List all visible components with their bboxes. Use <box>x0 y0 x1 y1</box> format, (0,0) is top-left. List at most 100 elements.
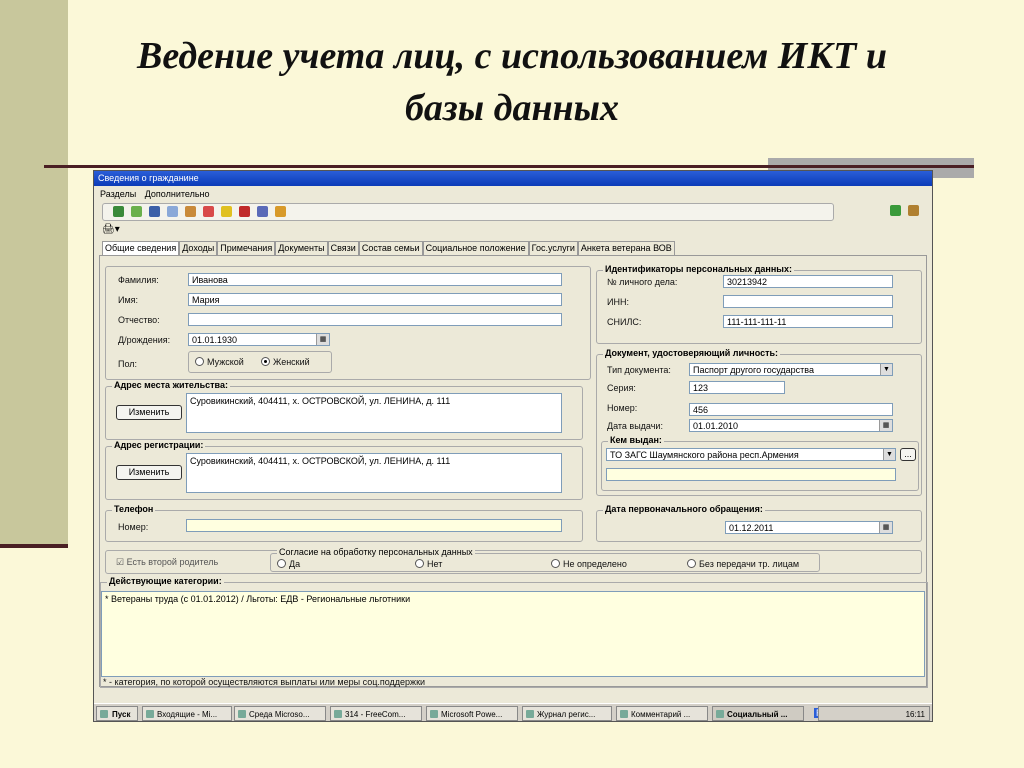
last-name-field[interactable]: Иванова <box>188 273 562 286</box>
clock[interactable]: 16:11 <box>906 710 925 719</box>
radio-consent-undefined[interactable] <box>551 559 560 568</box>
sex-radio-group: Мужской Женский <box>188 351 332 373</box>
second-parent-label: Есть второй родитель <box>126 557 219 567</box>
issued-by-title: Кем выдан: <box>608 435 664 445</box>
doc-date-field[interactable]: 01.01.2010 ▦ <box>689 419 893 432</box>
taskbar-freecom[interactable]: 314 - FreeCom... <box>330 706 422 721</box>
tab-gov-services[interactable]: Гос.услуги <box>528 241 578 255</box>
address-reg-title: Адрес регистрации: <box>112 440 206 450</box>
taskbar-social[interactable]: Социальный ... <box>712 706 804 721</box>
calendar-icon[interactable]: ▦ <box>879 420 892 431</box>
tab-general[interactable]: Общие сведения <box>102 241 180 255</box>
sex-label: Пол: <box>118 359 138 369</box>
first-contact-date-field[interactable]: 01.12.2011 ▦ <box>725 521 893 534</box>
address-reg-change-button[interactable]: Изменить <box>116 465 182 480</box>
taskbar-journal[interactable]: Журнал регис... <box>522 706 612 721</box>
address-reg-field[interactable]: Суровикинский, 404411, х. ОСТРОВСКОЙ, ул… <box>186 453 562 493</box>
citizen-window: Сведения о гражданине Разделы Дополнител… <box>93 170 933 722</box>
issued-by-extra-field[interactable] <box>606 468 896 481</box>
radiation-icon[interactable] <box>221 206 232 217</box>
taskbar-inbox[interactable]: Входящие - Mi... <box>142 706 232 721</box>
tab-social-status[interactable]: Социальное положение <box>422 241 529 255</box>
categories-list[interactable]: * Ветераны труда (с 01.01.2012) / Льготы… <box>101 591 925 677</box>
issued-by-group: Кем выдан: ТО ЗАГС Шаумянского района ре… <box>601 435 919 491</box>
tab-links[interactable]: Связи <box>327 241 359 255</box>
issued-by-select[interactable]: ТО ЗАГС Шаумянского района респ.Армения ▼ <box>606 448 896 461</box>
phone-title: Телефон <box>112 504 156 514</box>
doc-type-select[interactable]: Паспорт другого государства ▼ <box>689 363 893 376</box>
tab-family[interactable]: Состав семьи <box>358 241 423 255</box>
page-icon[interactable] <box>167 206 178 217</box>
consent-no-transfer-option[interactable]: Без передачи тр. лицам <box>687 559 799 569</box>
window-titlebar[interactable]: Сведения о гражданине <box>94 171 932 186</box>
tab-documents[interactable]: Документы <box>275 241 328 255</box>
lifebuoy-icon[interactable] <box>203 206 214 217</box>
calendar-icon[interactable]: ▦ <box>316 334 329 345</box>
sex-female-option[interactable]: Женский <box>261 357 310 367</box>
stamp-icon[interactable] <box>257 206 268 217</box>
phone-group: Телефон Номер: <box>105 504 583 542</box>
address-live-change-button[interactable]: Изменить <box>116 405 182 420</box>
radio-consent-no[interactable] <box>415 559 424 568</box>
inn-field[interactable] <box>723 295 893 308</box>
printer-icon[interactable]: 🖨▾ <box>102 224 120 235</box>
doc-type-label: Тип документа: <box>607 365 671 375</box>
second-parent-checkbox[interactable]: ☑ Есть второй родитель <box>116 557 218 568</box>
arrow-icon[interactable] <box>131 206 142 217</box>
snils-field[interactable]: 111-111-111-11 <box>723 315 893 328</box>
taskbar-environment[interactable]: Среда Microso... <box>234 706 326 721</box>
radio-male[interactable] <box>195 357 204 366</box>
taskbar-powerpoint[interactable]: Microsoft Powe... <box>426 706 518 721</box>
issued-by-value: ТО ЗАГС Шаумянского района респ.Армения <box>610 450 799 460</box>
consent-undefined-label: Не определено <box>563 559 627 569</box>
last-name-label: Фамилия: <box>118 275 159 285</box>
box-icon[interactable] <box>185 206 196 217</box>
address-live-field[interactable]: Суровикинский, 404411, х. ОСТРОВСКОЙ, ул… <box>186 393 562 433</box>
refresh-icon[interactable] <box>890 205 901 216</box>
doc-number-field[interactable]: 456 <box>689 403 893 416</box>
flag-icon[interactable] <box>239 206 250 217</box>
doc-series-label: Серия: <box>607 383 636 393</box>
first-name-field[interactable]: Мария <box>188 293 562 306</box>
chevron-down-icon[interactable]: ▼ <box>883 449 895 460</box>
consent-title: Согласие на обработку персональных данны… <box>277 547 475 557</box>
birth-field[interactable]: 01.01.1930 ▦ <box>188 333 330 346</box>
person-group: Фамилия: Иванова Имя: Мария Отчество: Д/… <box>105 266 591 380</box>
tab-notes[interactable]: Примечания <box>217 241 276 255</box>
toolbar-right <box>886 203 928 219</box>
sex-male-option[interactable]: Мужской <box>195 357 244 367</box>
doc-series-field[interactable]: 123 <box>689 381 785 394</box>
menu-additional[interactable]: Дополнительно <box>145 189 210 199</box>
start-button[interactable]: Пуск <box>96 706 138 721</box>
taskbar-comment[interactable]: Комментарий ... <box>616 706 708 721</box>
tab-bar: Общие сведения Доходы Примечания Докумен… <box>102 241 675 255</box>
patronymic-field[interactable] <box>188 313 562 326</box>
tab-veteran-form[interactable]: Анкета ветерана ВОВ <box>577 241 675 255</box>
radio-consent-no-transfer[interactable] <box>687 559 696 568</box>
calendar-icon[interactable]: ▦ <box>879 522 892 533</box>
slide-title-line1: Ведение учета лиц, с использованием ИКТ … <box>137 35 887 77</box>
chevron-down-icon[interactable]: ▼ <box>880 364 892 375</box>
folder-icon[interactable] <box>113 206 124 217</box>
radio-consent-yes[interactable] <box>277 559 286 568</box>
slide-title-line2: базы данных <box>404 87 620 129</box>
snils-label: СНИЛС: <box>607 317 642 327</box>
slide-side-band <box>0 0 68 548</box>
tab-income[interactable]: Доходы <box>179 241 218 255</box>
grid-icon[interactable] <box>275 206 286 217</box>
consent-undefined-option[interactable]: Не определено <box>551 559 627 569</box>
issued-by-browse-button[interactable]: ... <box>900 448 916 461</box>
first-name-label: Имя: <box>118 295 139 305</box>
category-item[interactable]: * Ветераны труда (с 01.01.2012) / Льготы… <box>105 592 924 606</box>
person-icon[interactable] <box>149 206 160 217</box>
document-title: Документ, удостоверяющий личность: <box>603 348 781 358</box>
consent-no-transfer-label: Без передачи тр. лицам <box>699 559 800 569</box>
radio-female[interactable] <box>261 357 270 366</box>
menu-sections[interactable]: Разделы <box>100 189 136 199</box>
categories-group: Действующие категории: * Ветераны труда … <box>100 576 928 688</box>
phone-number-field[interactable] <box>186 519 562 532</box>
exit-icon[interactable] <box>908 205 919 216</box>
case-number-field[interactable]: 30213942 <box>723 275 893 288</box>
consent-no-option[interactable]: Нет <box>415 559 442 569</box>
consent-yes-option[interactable]: Да <box>277 559 300 569</box>
